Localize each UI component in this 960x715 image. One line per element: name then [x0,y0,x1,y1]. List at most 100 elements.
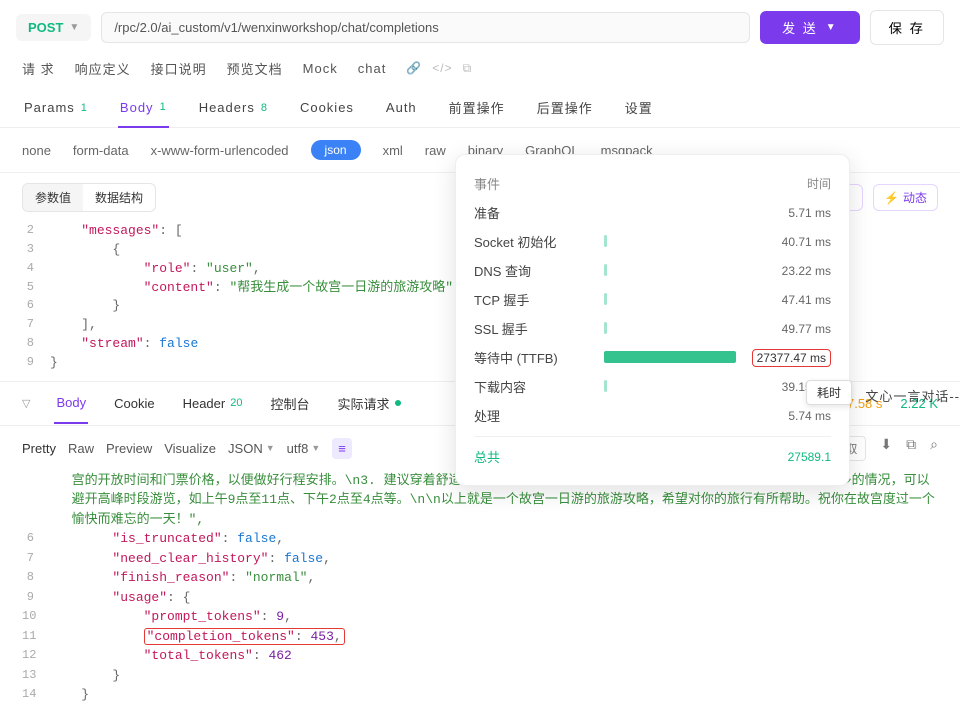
tab-headers[interactable]: Headers 8 [197,88,270,127]
nav-mock[interactable]: Mock [303,61,338,76]
save-button[interactable]: 保 存 [870,10,944,45]
param-value-mode[interactable]: 参数值 [23,184,83,211]
code-key: "finish_reason" [112,570,229,585]
code-punc: } [50,355,58,370]
tab-headers-label: Headers [199,100,255,115]
timing-value: 49.77 ms [736,322,831,336]
nav-response-def[interactable]: 响应定义 [75,59,131,78]
code-punc: ], [81,317,97,332]
timing-label: 下载内容 [474,377,604,396]
bodytype-raw[interactable]: raw [425,143,446,158]
code-punc: : [ [159,223,182,238]
link-icon[interactable]: 🔗 [406,61,422,76]
timing-label: DNS 查询 [474,261,604,280]
time-tooltip: 耗时 [806,380,852,405]
data-structure-mode[interactable]: 数据结构 [83,184,155,211]
timing-row: TCP 握手 47.41 ms [474,285,831,314]
bodytype-json[interactable]: json [311,140,361,160]
timing-bar [604,293,607,305]
code-key: "content" [144,280,214,295]
view-raw[interactable]: Raw [68,441,94,456]
http-method-selector[interactable]: POST ▼ [16,14,91,41]
timing-label: 准备 [474,203,604,222]
timing-bar [604,235,607,247]
view-pretty[interactable]: Pretty [22,441,56,456]
bodytype-urlencoded[interactable]: x-www-form-urlencoded [151,143,289,158]
code-str: "normal" [245,570,307,585]
tab-pre-actions[interactable]: 前置操作 [447,88,507,127]
timing-label: Socket 初始化 [474,232,604,251]
tab-params[interactable]: Params 1 [22,88,90,127]
code-punc: : [214,280,230,295]
response-tab-actual[interactable]: 实际请求 [335,382,402,425]
encoding-select[interactable]: utf8▼ [287,441,321,456]
tab-auth[interactable]: Auth [384,88,419,127]
response-tab-body[interactable]: Body [54,383,88,424]
response-body-viewer[interactable]: 宫的开放时间和门票价格，以便做好行程安排。\n3. 建议穿着舒适的鞋子和服装，以… [0,471,960,715]
code-icon[interactable]: </> [432,61,452,76]
bodytype-xml[interactable]: xml [383,143,403,158]
header-tab-label: Header [183,396,226,411]
collapse-toggle-icon[interactable]: ▽ [22,397,30,410]
timing-value: 5.71 ms [736,206,831,220]
timing-row: SSL 握手49.77 ms [474,314,831,343]
timing-header-time: 时间 [736,175,831,192]
code-punc: { [112,242,120,257]
code-key: "messages" [81,223,159,238]
chevron-down-icon: ▼ [311,443,320,453]
lightning-icon: ⚡ [884,191,899,205]
dyn-val-label: 动态 [903,189,927,206]
format-select[interactable]: JSON▼ [228,441,275,456]
send-button[interactable]: 发 送 ▼ [760,11,860,44]
code-str: "帮我生成一个故宫一日游的旅游攻略" [229,280,453,295]
code-key: "role" [144,261,191,276]
nav-request[interactable]: 请 求 [22,59,55,78]
search-icon[interactable]: ⌕ [930,436,938,461]
code-key: "prompt_tokens" [144,609,261,624]
copy-icon[interactable]: ⧉ [906,436,916,461]
timing-popup: 事件 时间 准备5.71 msSocket 初始化40.71 msDNS 查询2… [455,154,850,486]
view-preview[interactable]: Preview [106,441,152,456]
download-icon[interactable]: ⬇ [880,436,892,461]
timing-value: 47.41 ms [736,293,831,307]
format-icon[interactable]: ≡ [332,438,352,459]
timing-bar [604,380,607,392]
timing-row: DNS 查询23.22 ms [474,256,831,285]
top-bar: POST ▼ 发 送 ▼ 保 存 [0,0,960,55]
format-label: JSON [228,441,263,456]
code-key: "usage" [112,590,167,605]
timing-value: 5.74 ms [736,409,831,423]
timing-total-value: 27589.1 [736,450,831,464]
dynamic-value-button[interactable]: ⚡ 动态 [873,184,938,211]
response-tab-console[interactable]: 控制台 [268,382,311,425]
timing-row: 处理5.74 ms [474,401,831,430]
response-tab-header[interactable]: Header 20 [181,384,245,423]
chevron-down-icon: ▼ [266,443,275,453]
response-tab-cookie[interactable]: Cookie [112,384,156,423]
code-key: "is_truncated" [112,531,221,546]
bodytype-none[interactable]: none [22,143,51,158]
url-input[interactable] [101,12,750,43]
timing-row: Socket 初始化40.71 ms [474,227,831,256]
timing-total-label: 总共 [474,447,604,466]
tab-cookies[interactable]: Cookies [298,88,356,127]
tab-body[interactable]: Body 1 [118,88,169,128]
code-key: "total_tokens" [144,648,253,663]
nav-api-desc[interactable]: 接口说明 [151,59,207,78]
code-punc: : [144,336,160,351]
tab-params-label: Params [24,100,75,115]
tab-post-actions[interactable]: 后置操作 [535,88,595,127]
ttfb-highlight: 27377.47 ms [752,349,831,367]
code-key: "need_clear_history" [112,551,268,566]
send-button-label: 发 送 [782,18,818,37]
view-visualize[interactable]: Visualize [164,441,216,456]
nav-chat[interactable]: chat [358,61,387,76]
copy-icon[interactable]: ⧉ [463,61,473,76]
nav-preview-doc[interactable]: 预览文档 [227,59,283,78]
chevron-down-icon: ▼ [69,22,79,33]
header-tab-badge: 20 [230,397,242,409]
tab-settings[interactable]: 设置 [623,88,655,127]
bodytype-formdata[interactable]: form-data [73,143,129,158]
completion-tokens-highlight: "completion_tokens": 453, [144,628,345,645]
timing-label: TCP 握手 [474,290,604,309]
